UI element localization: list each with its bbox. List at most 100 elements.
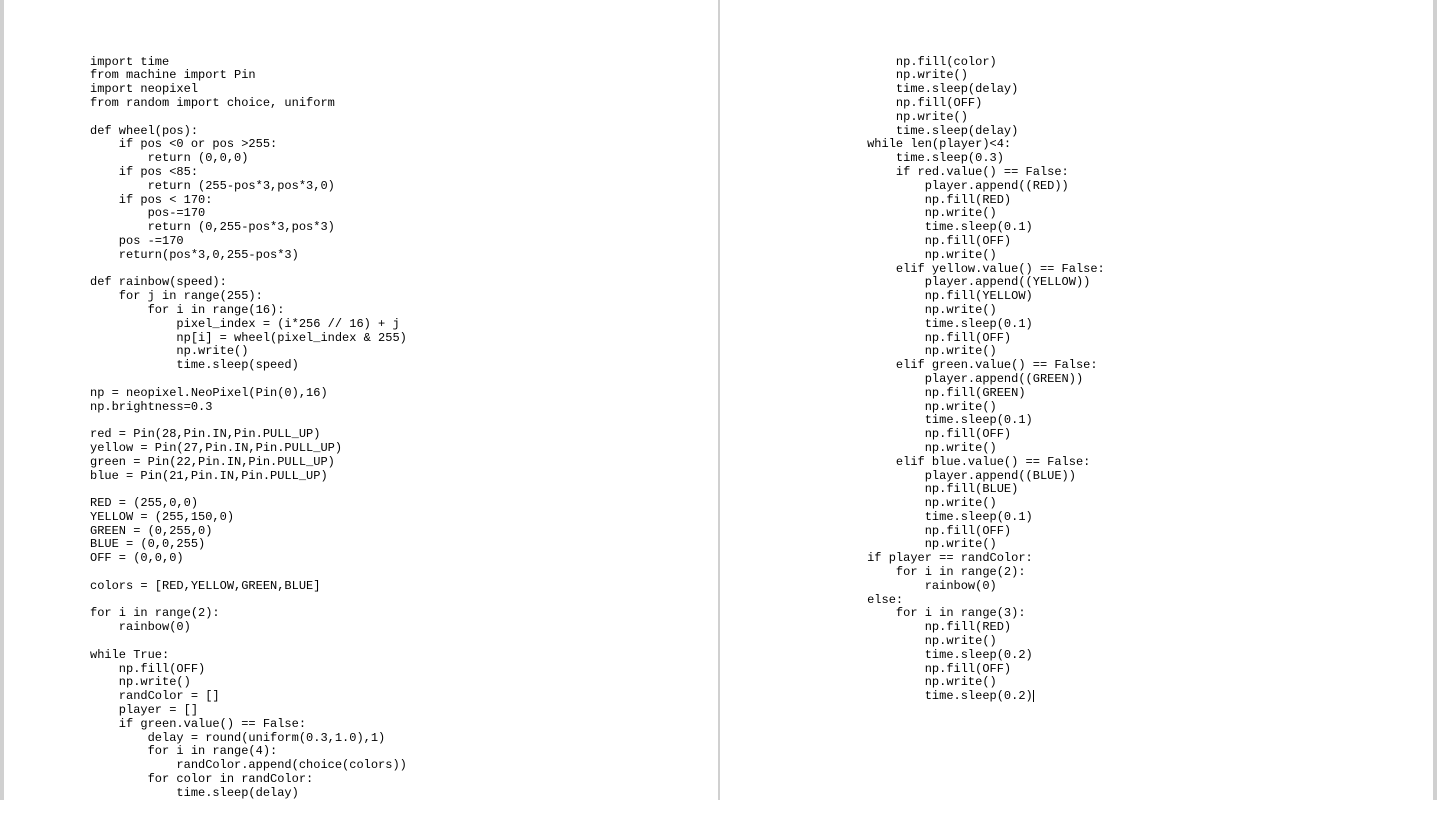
code-line: time.sleep(delay) — [810, 125, 1437, 139]
code-line: time.sleep(0.1) — [810, 221, 1437, 235]
right-code-content: np.fill(color) np.write() time.sleep(del… — [810, 56, 1437, 705]
code-line: YELLOW = (255,150,0) — [90, 511, 718, 525]
code-line: if pos <85: — [90, 166, 718, 180]
code-line: pos -=170 — [90, 235, 718, 249]
right-column: np.fill(color) np.write() time.sleep(del… — [720, 0, 1437, 800]
code-line: time.sleep(delay) — [810, 83, 1437, 97]
code-line: RED = (255,0,0) — [90, 497, 718, 511]
code-line: if green.value() == False: — [90, 718, 718, 732]
code-line: player.append((BLUE)) — [810, 470, 1437, 484]
code-line: player.append((RED)) — [810, 180, 1437, 194]
code-line: np.write() — [810, 249, 1437, 263]
code-line: np.fill(OFF) — [810, 332, 1437, 346]
code-line: np.write() — [810, 111, 1437, 125]
code-line: GREEN = (0,255,0) — [90, 525, 718, 539]
code-line: np.fill(OFF) — [90, 663, 718, 677]
code-line: yellow = Pin(27,Pin.IN,Pin.PULL_UP) — [90, 442, 718, 456]
code-line: colors = [RED,YELLOW,GREEN,BLUE] — [90, 580, 718, 594]
code-line — [90, 635, 718, 649]
code-line: if player == randColor: — [810, 552, 1437, 566]
code-line: np[i] = wheel(pixel_index & 255) — [90, 332, 718, 346]
code-line: np.write() — [810, 401, 1437, 415]
code-line: np.fill(BLUE) — [810, 483, 1437, 497]
code-line: np.write() — [810, 69, 1437, 83]
code-line: np.fill(RED) — [810, 194, 1437, 208]
code-line: time.sleep(0.2) — [810, 649, 1437, 663]
code-line: from machine import Pin — [90, 69, 718, 83]
code-line: np = neopixel.NeoPixel(Pin(0),16) — [90, 387, 718, 401]
code-line — [90, 483, 718, 497]
code-line: for i in range(16): — [90, 304, 718, 318]
code-line: while len(player)<4: — [810, 138, 1437, 152]
text-cursor — [1033, 690, 1034, 702]
code-line: np.write() — [810, 635, 1437, 649]
code-line: pixel_index = (i*256 // 16) + j — [90, 318, 718, 332]
code-line: time.sleep(0.1) — [810, 414, 1437, 428]
code-line: np.fill(color) — [810, 56, 1437, 70]
code-line: import time — [90, 56, 718, 70]
code-line: time.sleep(0.1) — [810, 511, 1437, 525]
code-line: elif yellow.value() == False: — [810, 263, 1437, 277]
code-line: delay = round(uniform(0.3,1.0),1) — [90, 732, 718, 746]
code-line: randColor = [] — [90, 690, 718, 704]
code-line: from random import choice, uniform — [90, 97, 718, 111]
code-line — [90, 263, 718, 277]
left-column: import timefrom machine import Pinimport… — [0, 0, 720, 800]
code-line: while True: — [90, 649, 718, 663]
code-line: np.fill(OFF) — [810, 97, 1437, 111]
code-line: for i in range(2): — [810, 566, 1437, 580]
code-line: def wheel(pos): — [90, 125, 718, 139]
code-line: np.write() — [810, 538, 1437, 552]
code-line: player.append((GREEN)) — [810, 373, 1437, 387]
code-line: if pos < 170: — [90, 194, 718, 208]
code-line: np.write() — [90, 676, 718, 690]
code-line: np.fill(OFF) — [810, 663, 1437, 677]
document-container: import timefrom machine import Pinimport… — [0, 0, 1437, 800]
code-line: player.append((YELLOW)) — [810, 276, 1437, 290]
code-line: rainbow(0) — [90, 621, 718, 635]
left-code-content: import timefrom machine import Pinimport… — [90, 56, 718, 801]
code-line: red = Pin(28,Pin.IN,Pin.PULL_UP) — [90, 428, 718, 442]
code-line: pos-=170 — [90, 207, 718, 221]
code-line: blue = Pin(21,Pin.IN,Pin.PULL_UP) — [90, 470, 718, 484]
code-line: OFF = (0,0,0) — [90, 552, 718, 566]
code-line: rainbow(0) — [810, 580, 1437, 594]
code-line: time.sleep(0.1) — [810, 318, 1437, 332]
code-line: return(pos*3,0,255-pos*3) — [90, 249, 718, 263]
code-line: time.sleep(0.2) — [810, 690, 1437, 704]
code-line: return (0,0,0) — [90, 152, 718, 166]
code-line: randColor.append(choice(colors)) — [90, 759, 718, 773]
code-line: np.fill(YELLOW) — [810, 290, 1437, 304]
code-line: for i in range(4): — [90, 745, 718, 759]
code-line: green = Pin(22,Pin.IN,Pin.PULL_UP) — [90, 456, 718, 470]
code-line: import neopixel — [90, 83, 718, 97]
code-line: np.fill(GREEN) — [810, 387, 1437, 401]
code-line: np.brightness=0.3 — [90, 401, 718, 415]
code-line — [90, 414, 718, 428]
code-line: np.write() — [810, 345, 1437, 359]
code-line: time.sleep(delay) — [90, 787, 718, 801]
code-line: if pos <0 or pos >255: — [90, 138, 718, 152]
code-line: np.write() — [810, 304, 1437, 318]
code-line: if red.value() == False: — [810, 166, 1437, 180]
code-line: for color in randColor: — [90, 773, 718, 787]
code-line — [90, 373, 718, 387]
code-line: np.fill(RED) — [810, 621, 1437, 635]
code-line: return (0,255-pos*3,pos*3) — [90, 221, 718, 235]
code-line: BLUE = (0,0,255) — [90, 538, 718, 552]
right-page-edge — [1433, 0, 1437, 800]
code-line: elif blue.value() == False: — [810, 456, 1437, 470]
code-line: elif green.value() == False: — [810, 359, 1437, 373]
code-line: np.write() — [810, 207, 1437, 221]
code-line: return (255-pos*3,pos*3,0) — [90, 180, 718, 194]
code-line: np.write() — [810, 676, 1437, 690]
code-line — [90, 594, 718, 608]
code-line — [90, 566, 718, 580]
code-line: for i in range(3): — [810, 607, 1437, 621]
code-line: np.write() — [810, 497, 1437, 511]
code-line: def rainbow(speed): — [90, 276, 718, 290]
code-line: for i in range(2): — [90, 607, 718, 621]
code-line: np.write() — [810, 442, 1437, 456]
code-line — [90, 111, 718, 125]
code-line: time.sleep(speed) — [90, 359, 718, 373]
